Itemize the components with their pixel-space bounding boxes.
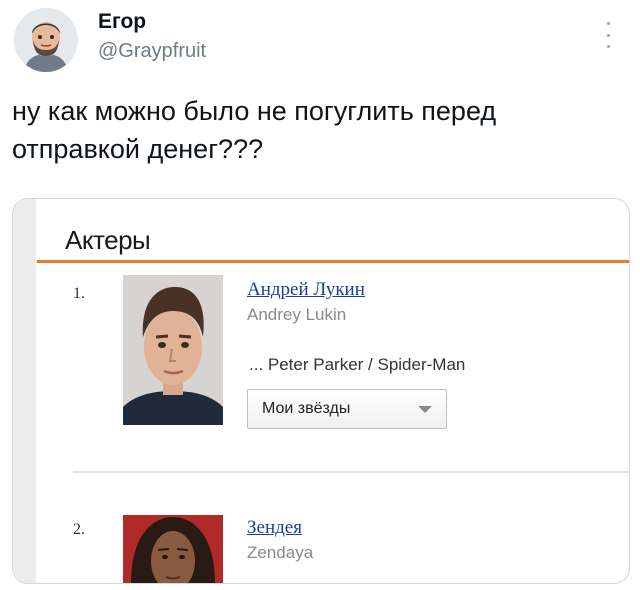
actor-number: 1. [73,285,85,302]
chevron-down-icon [418,406,432,413]
actor-role: ... Peter Parker / Spider-Man [249,355,466,374]
avatar-illustration [14,8,78,72]
actor-photo-image [123,275,223,425]
tweet-text: ну как можно было не погуглить перед отп… [12,96,497,164]
avatar[interactable] [14,8,78,72]
attached-image[interactable]: Актеры 1. Андрей Лукин Andrey Lukin ... … [12,198,630,584]
actor-name-link[interactable]: Андрей Лукин [247,279,365,301]
actor-number: 2. [73,521,85,538]
dropdown-label: Мои звёзды [262,400,351,417]
actor-name-link[interactable]: Зендея [247,517,302,539]
row-divider [73,471,629,473]
section-rule [37,260,629,263]
author-handle[interactable]: @Graypfruit [98,40,206,63]
author-name[interactable]: Егор [98,10,146,34]
actor-original-name: Zendaya [247,543,314,562]
more-options-icon[interactable] [604,22,612,48]
actor-photo-image [123,515,223,583]
page-edge-line [35,199,37,583]
actor-photo[interactable] [123,275,223,425]
actor-original-name: Andrey Lukin [247,305,347,324]
section-title: Актеры [65,225,151,255]
actor-photo[interactable] [123,515,223,583]
page-edge [13,199,35,583]
my-stars-dropdown[interactable]: Мои звёзды [247,389,447,429]
